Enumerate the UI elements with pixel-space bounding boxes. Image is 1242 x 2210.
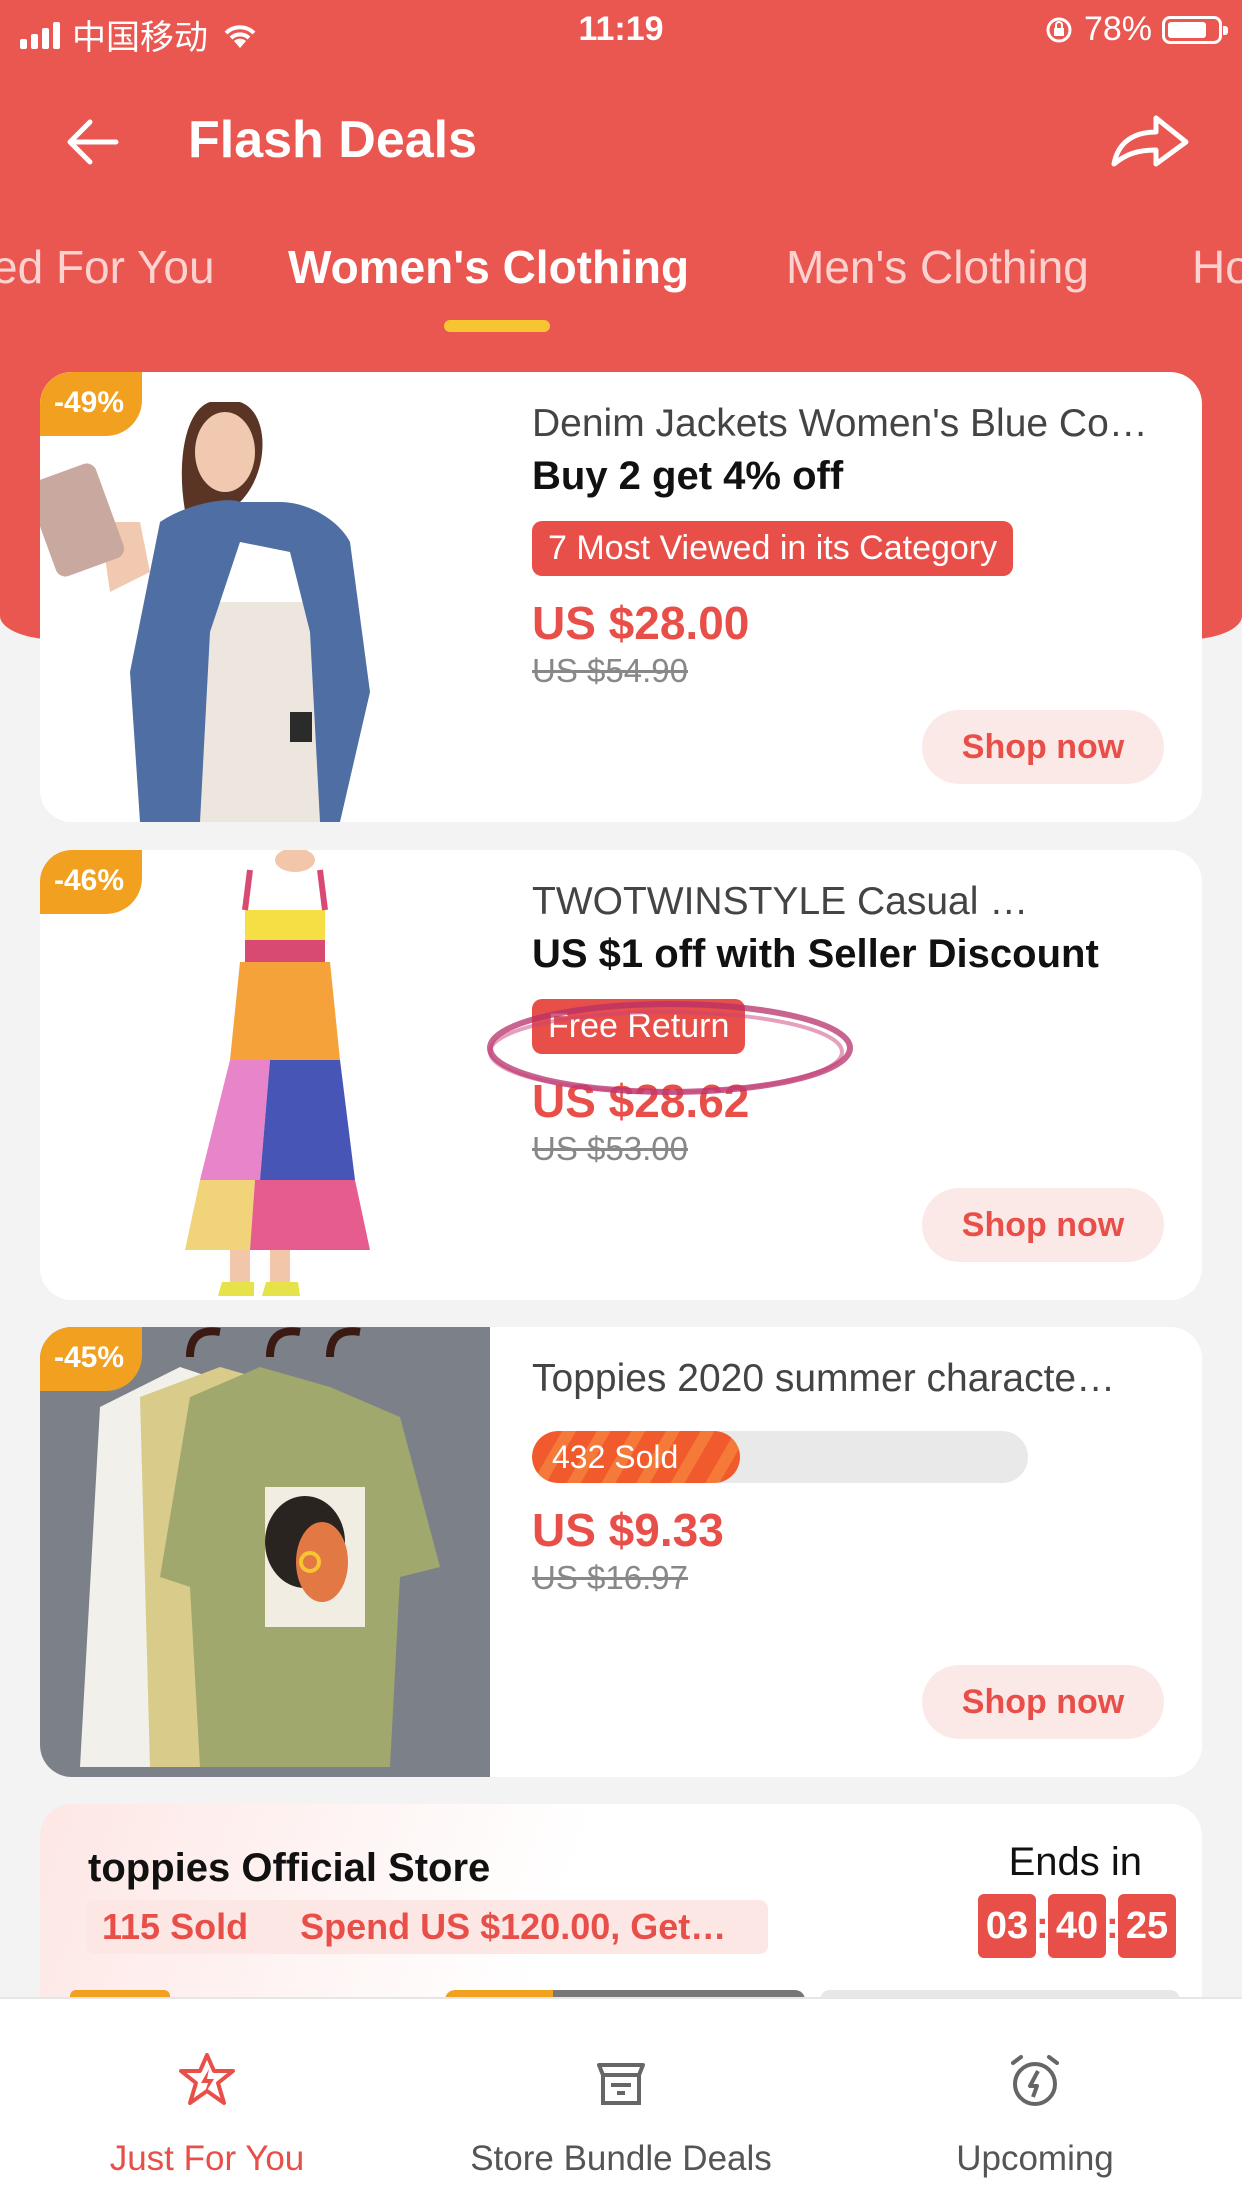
alarm-clock-icon bbox=[1011, 2055, 1059, 2106]
sold-count: 432 Sold bbox=[552, 1439, 679, 1475]
share-icon[interactable] bbox=[1108, 108, 1192, 172]
store-offer-text: Spend US $120.00, Get… bbox=[300, 1906, 727, 1947]
nav-upcoming[interactable]: Upcoming bbox=[828, 1999, 1242, 2210]
nav-just-for-you[interactable]: Just For You bbox=[0, 1999, 414, 2210]
store-sold-count: 115 Sold bbox=[102, 1906, 249, 1947]
timer-separator: : bbox=[1106, 1904, 1119, 1947]
product-title[interactable]: Denim Jackets Women's Blue Co… bbox=[532, 402, 1172, 446]
battery-icon bbox=[1162, 15, 1228, 44]
sold-progress-bar: 432 Sold bbox=[532, 1431, 1028, 1483]
product-card[interactable]: -49% Denim Jackets Women's Blue Co… Buy … bbox=[40, 372, 1202, 822]
battery-percent: 78% bbox=[1083, 10, 1152, 48]
discount-badge: -46% bbox=[40, 850, 143, 914]
promo-text: Buy 2 get 4% off bbox=[532, 454, 844, 498]
timer-minutes: 40 bbox=[1048, 1894, 1106, 1958]
timer-hours: 03 bbox=[978, 1894, 1036, 1958]
store-offer-strip: 115 Sold Spend US $120.00, Get… bbox=[86, 1900, 768, 1954]
bottom-navigation: Just For You Store Bundle Deals Upcoming bbox=[0, 1997, 1242, 2210]
timer-seconds: 25 bbox=[1118, 1894, 1176, 1958]
shop-now-button[interactable]: Shop now bbox=[922, 1188, 1164, 1262]
product-card[interactable]: -46% TWOTWINSTYLE Casual … US $1 off wit… bbox=[40, 850, 1202, 1300]
active-tab-indicator bbox=[444, 320, 550, 332]
page-title: Flash Deals bbox=[188, 111, 478, 169]
sale-price: US $28.00 bbox=[532, 597, 750, 649]
shop-now-button[interactable]: Shop now bbox=[922, 1665, 1164, 1739]
countdown-timer: 03 : 40 : 25 bbox=[978, 1894, 1176, 1958]
product-image-striped-dress[interactable] bbox=[40, 850, 490, 1300]
discount-badge: -45% bbox=[40, 1327, 143, 1391]
tab-womens-clothing[interactable]: Women's Clothing bbox=[288, 240, 689, 294]
status-bar: 中国移动 11:19 78% bbox=[0, 0, 1242, 62]
product-title[interactable]: Toppies 2020 summer characte… bbox=[532, 1357, 1172, 1401]
shop-now-button[interactable]: Shop now bbox=[922, 710, 1164, 784]
top-navbar: Flash Deals bbox=[0, 90, 1242, 190]
bundle-box-icon bbox=[597, 2063, 645, 2105]
nav-label: Upcoming bbox=[956, 2139, 1114, 2178]
discount-badge: -49% bbox=[40, 372, 143, 436]
ends-in-label: Ends in bbox=[1008, 1840, 1142, 1884]
category-tabs: ed For You Women's Clothing Men's Clothi… bbox=[0, 240, 1242, 340]
flash-star-icon bbox=[179, 2053, 235, 2105]
product-image-denim-jacket[interactable] bbox=[40, 372, 490, 822]
original-price: US $53.00 bbox=[532, 1130, 688, 1167]
product-tag: 7 Most Viewed in its Category bbox=[532, 521, 1014, 576]
tab-mens-clothing[interactable]: Men's Clothing bbox=[786, 240, 1089, 294]
sale-price: US $9.33 bbox=[532, 1504, 724, 1556]
tab-just-for-you[interactable]: ed For You bbox=[0, 240, 215, 294]
promo-text: US $1 off with Seller Discount bbox=[532, 932, 1099, 976]
store-name[interactable]: toppies Official Store bbox=[88, 1846, 490, 1891]
timer-separator: : bbox=[1036, 1904, 1049, 1947]
original-price: US $54.90 bbox=[532, 652, 688, 689]
product-card[interactable]: -45% Toppies 2020 summer characte… 432 S… bbox=[40, 1327, 1202, 1777]
product-title[interactable]: TWOTWINSTYLE Casual … bbox=[532, 880, 1172, 924]
original-price: US $16.97 bbox=[532, 1559, 688, 1596]
back-arrow-icon[interactable] bbox=[60, 110, 124, 174]
rotation-lock-icon bbox=[1046, 17, 1072, 42]
hand-drawn-circle-annotation bbox=[487, 1001, 853, 1095]
tab-home[interactable]: Ho bbox=[1192, 240, 1242, 294]
product-image-tshirts[interactable] bbox=[40, 1327, 490, 1777]
nav-label: Store Bundle Deals bbox=[470, 2139, 772, 2178]
nav-store-bundle-deals[interactable]: Store Bundle Deals bbox=[414, 1999, 828, 2210]
nav-label: Just For You bbox=[109, 2139, 305, 2178]
store-bundle-card[interactable]: toppies Official Store 115 Sold Spend US… bbox=[40, 1804, 1202, 2024]
